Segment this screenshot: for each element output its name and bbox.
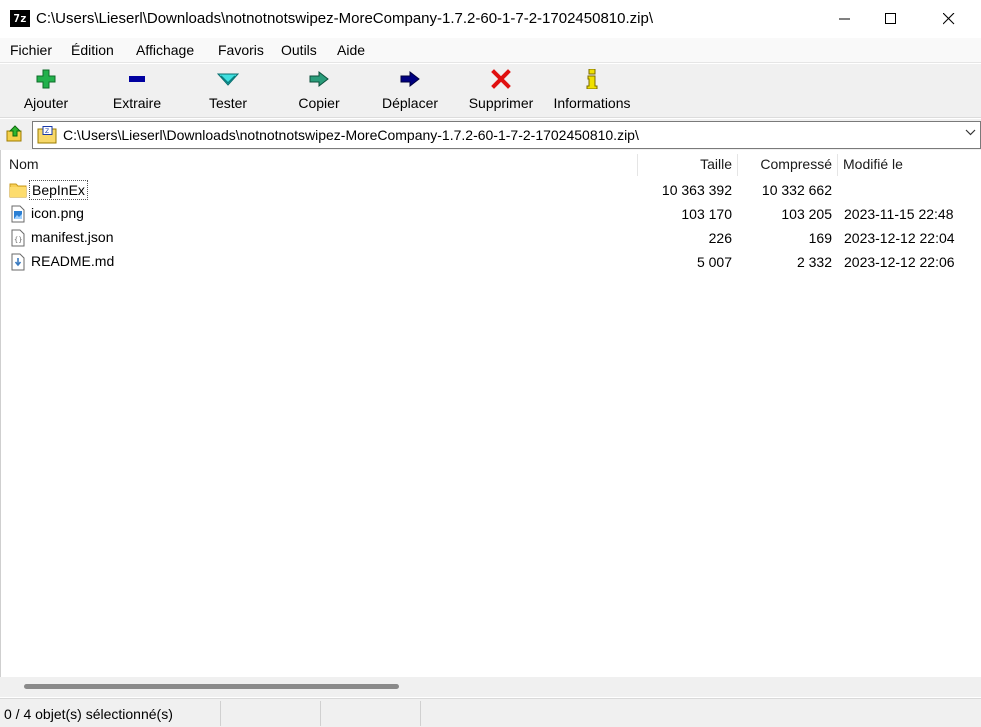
zip-archive-icon: Z (37, 126, 57, 144)
status-divider (220, 701, 221, 726)
test-label: Tester (208, 95, 248, 111)
menu-outils[interactable]: Outils (281, 42, 317, 58)
minus-icon (125, 69, 149, 89)
file-size: 103 170 (681, 206, 732, 222)
up-folder-icon (6, 125, 22, 142)
status-bar: 0 / 4 objet(s) sélectionné(s) (0, 698, 981, 727)
close-icon (943, 13, 955, 25)
file-size: 226 (708, 230, 732, 246)
menu-affichage[interactable]: Affichage (136, 42, 194, 58)
chevron-down-icon[interactable] (965, 129, 976, 137)
file-name: manifest.json (31, 229, 114, 245)
minimize-icon (839, 18, 850, 20)
maximize-icon (885, 13, 896, 24)
file-name: BepInEx (29, 180, 88, 200)
up-folder-button[interactable] (4, 123, 26, 145)
file-list[interactable]: Nom Taille Compressé Modifié le BepInEx … (0, 150, 981, 677)
horizontal-scrollbar[interactable] (0, 677, 981, 697)
table-row[interactable]: icon.png 103 170 103 205 2023-11-15 22:4… (1, 202, 981, 226)
column-header-name[interactable]: Nom (9, 150, 39, 178)
file-size: 5 007 (696, 254, 732, 270)
7zip-app-icon: 7z (10, 10, 30, 27)
file-size: 10 363 392 (661, 182, 732, 198)
add-button[interactable]: Ajouter (14, 64, 78, 118)
file-packed-size: 2 332 (796, 254, 832, 270)
json-file-icon: {} (11, 229, 25, 247)
move-arrow-icon (398, 69, 422, 89)
markdown-file-icon (11, 253, 25, 271)
window-title: C:\Users\Lieserl\Downloads\notnotnotswip… (36, 10, 653, 27)
info-button[interactable]: Informations (548, 64, 636, 118)
maximize-button[interactable] (868, 0, 914, 38)
scrollbar-thumb[interactable] (24, 684, 399, 689)
delete-label: Supprimer (468, 95, 534, 111)
test-button[interactable]: Tester (196, 64, 260, 118)
check-chevron-icon (216, 69, 240, 89)
toolbar: Ajouter Extraire Tester Copier Déplacer … (0, 64, 981, 118)
file-packed-size: 10 332 662 (761, 182, 832, 198)
table-row[interactable]: README.md 5 007 2 332 2023-12-12 22:06 (1, 250, 981, 274)
column-header-size[interactable]: Taille (638, 150, 732, 178)
column-header-packed[interactable]: Compressé (738, 150, 832, 178)
address-combobox[interactable]: Z C:\Users\Lieserl\Downloads\notnotnotsw… (32, 121, 981, 149)
column-header-modified[interactable]: Modifié le (843, 150, 903, 178)
file-modified: 2023-12-12 22:04 (844, 230, 955, 246)
add-label: Ajouter (23, 95, 69, 111)
info-label: Informations (553, 95, 631, 111)
file-name: README.md (31, 253, 115, 269)
file-packed-size: 169 (808, 230, 832, 246)
address-path: C:\Users\Lieserl\Downloads\notnotnotswip… (63, 127, 639, 143)
menu-edition[interactable]: Édition (71, 42, 114, 58)
file-name: icon.png (31, 205, 84, 221)
svg-text:Z: Z (45, 128, 49, 135)
menu-aide[interactable]: Aide (337, 42, 365, 58)
status-divider (320, 701, 321, 726)
menu-fichier[interactable]: Fichier (10, 42, 52, 58)
extract-button[interactable]: Extraire (105, 64, 169, 118)
move-button[interactable]: Déplacer (374, 64, 446, 118)
move-label: Déplacer (381, 95, 439, 111)
file-modified: 2023-12-12 22:06 (844, 254, 955, 270)
menu-favoris[interactable]: Favoris (218, 42, 264, 58)
selection-status: 0 / 4 objet(s) sélectionné(s) (4, 706, 173, 722)
file-packed-size: 103 205 (781, 206, 832, 222)
file-modified: 2023-11-15 22:48 (844, 206, 954, 222)
table-row[interactable]: {} manifest.json 226 169 2023-12-12 22:0… (1, 226, 981, 250)
delete-button[interactable]: Supprimer (462, 64, 540, 118)
minimize-button[interactable] (822, 0, 868, 38)
folder-icon (9, 183, 27, 198)
image-file-icon (11, 205, 25, 223)
copy-label: Copier (298, 95, 340, 111)
extract-label: Extraire (112, 95, 162, 111)
address-row: Z C:\Users\Lieserl\Downloads\notnotnotsw… (0, 119, 981, 150)
menu-bar: Fichier Édition Affichage Favoris Outils… (0, 38, 981, 63)
svg-text:{}: {} (14, 236, 22, 244)
status-divider (420, 701, 421, 726)
plus-icon (34, 69, 58, 89)
table-row[interactable]: BepInEx 10 363 392 10 332 662 (1, 178, 981, 202)
info-icon (580, 69, 604, 89)
column-divider[interactable] (837, 154, 838, 176)
close-button[interactable] (926, 0, 972, 38)
copy-arrow-icon (307, 69, 331, 89)
title-bar: 7z C:\Users\Lieserl\Downloads\notnotnots… (0, 0, 981, 38)
delete-x-icon (489, 69, 513, 89)
copy-button[interactable]: Copier (287, 64, 351, 118)
